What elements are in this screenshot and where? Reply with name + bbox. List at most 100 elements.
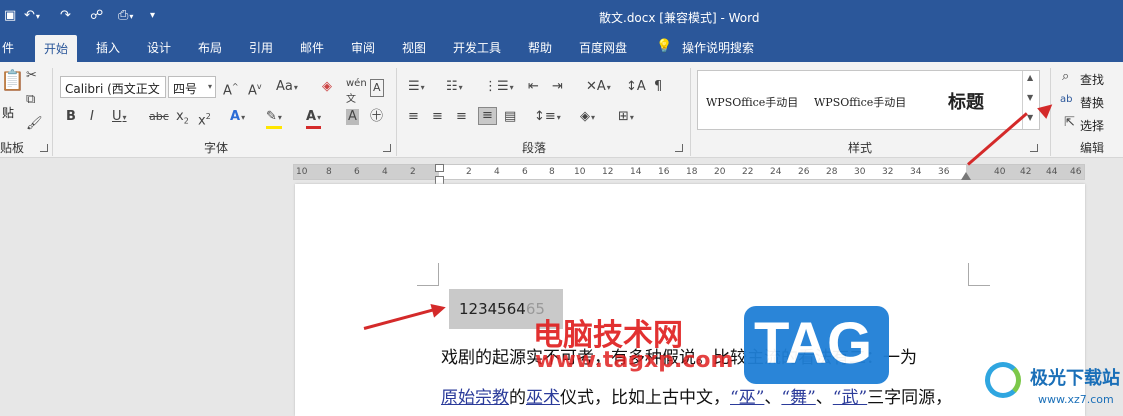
sort-icon[interactable]: ↕A [626,79,646,95]
tag-logo: TAG [744,306,889,384]
copy-icon[interactable]: ⧉ [26,92,35,108]
style-item-wps-2[interactable]: WPSOffice手动目 [814,94,906,110]
customize-qat-icon[interactable]: ▾ [150,8,155,24]
tab-references[interactable]: 引用 [249,39,273,56]
paste-icon[interactable]: 📋 [0,70,25,90]
multilevel-list-icon[interactable]: ⋮☰▾ [484,79,514,96]
underline-icon[interactable]: U▾ [112,109,127,126]
line-spacing-icon[interactable]: ↕≡▾ [534,109,561,126]
clipboard-launcher-icon[interactable] [40,144,48,152]
tab-baidu-netdisk[interactable]: 百度网盘 [579,39,627,56]
grow-font-icon[interactable]: A^ [223,79,239,99]
tab-help[interactable]: 帮助 [528,39,552,56]
font-size-combo[interactable]: 四号 ▾ [168,76,216,98]
document-page[interactable] [295,184,1085,416]
undo-icon[interactable]: ↶▾ [24,8,40,25]
subscript-icon[interactable]: x2 [176,109,189,130]
replace-button[interactable]: 替换 [1080,94,1104,111]
styles-gallery[interactable]: WPSOffice手动目 WPSOffice手动目 标题 ▲ ▼ ▼ [697,70,1040,130]
cut-icon[interactable]: ✂ [26,68,37,84]
text-effects-icon[interactable]: A▾ [230,109,245,126]
paragraph-line[interactable]: 原始宗教的巫术仪式，比如上古中文，“巫”、“舞”、“武”三字同源， [441,383,952,408]
print-preview-icon[interactable]: ⎙▾ [118,8,133,25]
tab-view[interactable]: 视图 [402,39,426,56]
tab-file[interactable]: 件 [2,39,14,56]
distributed-icon[interactable]: ▤ [504,109,516,125]
styles-launcher-icon[interactable] [1030,144,1038,152]
styles-group-label: 样式 [848,141,873,155]
ruler-number: 8 [326,167,332,177]
borders-icon[interactable]: ⊞▾ [618,109,634,126]
decrease-indent-icon[interactable]: ⇤ [528,79,539,95]
shrink-font-icon[interactable]: Av [248,79,262,99]
redo-icon[interactable]: ↷ [60,8,71,24]
ruler-number: 22 [742,167,754,177]
hyperlink[interactable]: “舞” [781,388,815,408]
strikethrough-icon[interactable]: abc [149,109,169,125]
tab-developer[interactable]: 开发工具 [453,39,501,56]
phonetic-guide-icon[interactable]: wén 文 [346,76,367,108]
editing-group-label: 编辑 [1080,141,1105,155]
find-button[interactable]: 查找 [1080,71,1104,88]
numbering-icon[interactable]: ☷▾ [446,79,463,96]
tab-layout[interactable]: 布局 [198,39,222,56]
tell-me-search[interactable]: 操作说明搜索 [682,39,754,56]
chevron-up-icon[interactable]: ▲ [1027,73,1033,82]
shading-icon[interactable]: ◈▾ [580,109,595,126]
highlight-icon[interactable]: ✎▾ [266,109,282,129]
save-icon[interactable]: ▣ [4,8,16,24]
paragraph-launcher-icon[interactable] [675,144,683,152]
format-painter-icon[interactable]: 🖌 [26,116,43,132]
superscript-icon[interactable]: x2 [198,109,211,129]
show-marks-icon[interactable]: ¶ [654,79,662,95]
character-shading-icon[interactable]: A [346,109,359,125]
hyperlink[interactable]: 原始宗教 [441,388,509,408]
ruler-number: 18 [686,167,698,177]
first-line-indent-marker[interactable] [435,164,444,172]
change-case-icon[interactable]: Aa▾ [276,79,298,96]
ruler-number: 28 [826,167,838,177]
justify-icon[interactable]: ≡ [478,107,497,125]
tab-review[interactable]: 审阅 [351,39,375,56]
style-item-heading[interactable]: 标题 [948,88,984,114]
ruler-number: 4 [382,167,388,177]
select-button[interactable]: 选择 [1080,117,1104,134]
font-name-combo[interactable]: Calibri (西文正文 [60,76,166,98]
align-left-icon[interactable]: ≡ [408,109,419,125]
ribbon-tabs: 件 开始 插入 设计 布局 引用 邮件 审阅 视图 开发工具 帮助 百度网盘 💡… [0,33,1123,62]
align-center-icon[interactable]: ≡ [432,109,443,125]
chevron-down-icon[interactable]: ▼ [1027,93,1033,102]
tab-mailings[interactable]: 邮件 [300,39,324,56]
ruler-number: 20 [714,167,726,177]
ruler-number: 14 [630,167,642,177]
increase-indent-icon[interactable]: ⇥ [552,79,563,95]
character-border-icon[interactable]: A [370,79,384,97]
touch-mode-icon[interactable]: ☍ [90,8,103,24]
font-color-icon[interactable]: A▾ [306,109,322,129]
font-launcher-icon[interactable] [383,144,391,152]
enclose-characters-icon[interactable]: ㊉ [370,109,383,125]
ruler-left-margin [294,165,439,179]
clear-formatting-icon[interactable]: ◈ [322,79,332,95]
tab-design[interactable]: 设计 [147,39,171,56]
tab-home[interactable]: 开始 [35,35,78,62]
styles-scroll[interactable]: ▲ ▼ ▼ [1022,71,1039,129]
italic-icon[interactable]: I [90,109,94,125]
bold-icon[interactable]: B [66,109,76,125]
group-separator [396,68,397,156]
hyperlink[interactable]: 巫术 [526,388,560,408]
tab-insert[interactable]: 插入 [96,39,120,56]
bullets-icon[interactable]: ☰▾ [408,79,425,96]
watermark-site-url: www.xz7.com [1038,393,1114,406]
selected-text-main: 1234564 [459,300,526,318]
margin-corner-left [417,263,439,286]
paste-button[interactable]: 贴 [2,104,14,121]
hyperlink[interactable]: “武” [833,388,867,408]
style-item-wps-1[interactable]: WPSOffice手动目 [706,94,798,110]
group-separator [52,68,53,156]
chinese-layout-icon[interactable]: ✕A▾ [586,79,611,96]
hyperlink[interactable]: “巫” [730,388,764,408]
right-indent-marker[interactable] [961,172,971,180]
text-run: 、 [815,388,833,408]
align-right-icon[interactable]: ≡ [456,109,467,125]
